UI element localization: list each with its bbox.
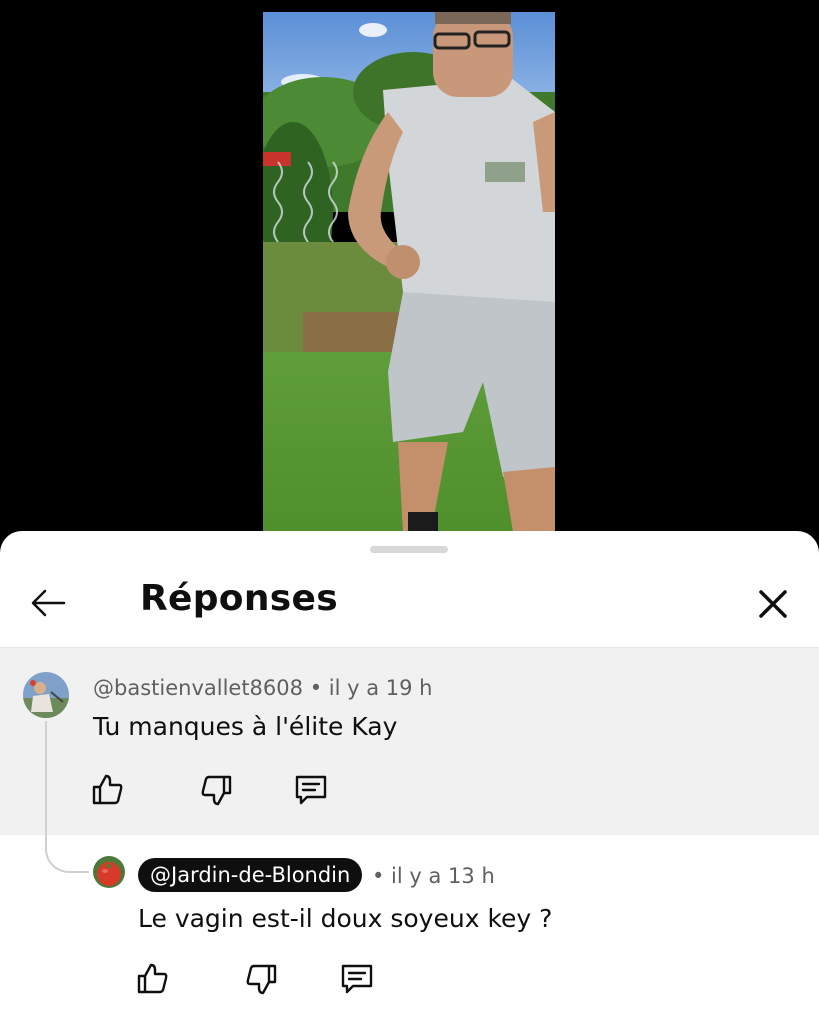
reply-icon [341,964,373,994]
thread-connector [45,721,89,873]
back-button[interactable] [28,583,68,623]
reply-author-handle[interactable]: @Jardin-de-Blondin [138,858,363,892]
close-icon [759,590,787,618]
like-button[interactable] [90,772,126,808]
reply-avatar[interactable] [93,856,125,888]
video-player[interactable] [0,0,819,540]
dislike-button[interactable] [198,772,234,808]
reply-text: Le vagin est-il doux soyeux key ? [138,904,553,933]
close-button[interactable] [754,585,792,623]
reply-reply-button[interactable] [339,961,375,997]
drag-handle[interactable] [370,546,448,553]
thumbs-up-icon [137,963,168,994]
avatar[interactable] [23,672,69,718]
thumbs-down-icon [246,964,277,995]
user-avatar-image [23,672,69,718]
video-scene-image [263,12,555,532]
reply-button[interactable] [293,772,329,808]
arrow-left-icon [31,589,66,617]
comment-time: • il y a 19 h [309,676,433,700]
replies-panel: Réponses @bastienvallet8608 • il y a 19 … [0,531,819,1024]
thumbs-down-icon [201,775,232,806]
replies-header: Réponses [0,561,819,649]
comment-meta: @bastienvallet8608 • il y a 19 h [93,676,432,700]
comment-text: Tu manques à l'élite Kay [93,712,398,741]
video-frame[interactable] [263,12,555,532]
reply-time: • il y a 13 h [372,864,495,888]
thumbs-up-icon [92,774,123,805]
reply-dislike-button[interactable] [243,961,279,997]
reply-icon [295,775,327,805]
page-title: Réponses [140,578,338,619]
reply-like-button[interactable] [135,961,171,997]
tomato-avatar-image [93,856,125,888]
comment-author[interactable]: @bastienvallet8608 [93,676,303,700]
parent-comment: @bastienvallet8608 • il y a 19 h Tu manq… [0,648,819,835]
